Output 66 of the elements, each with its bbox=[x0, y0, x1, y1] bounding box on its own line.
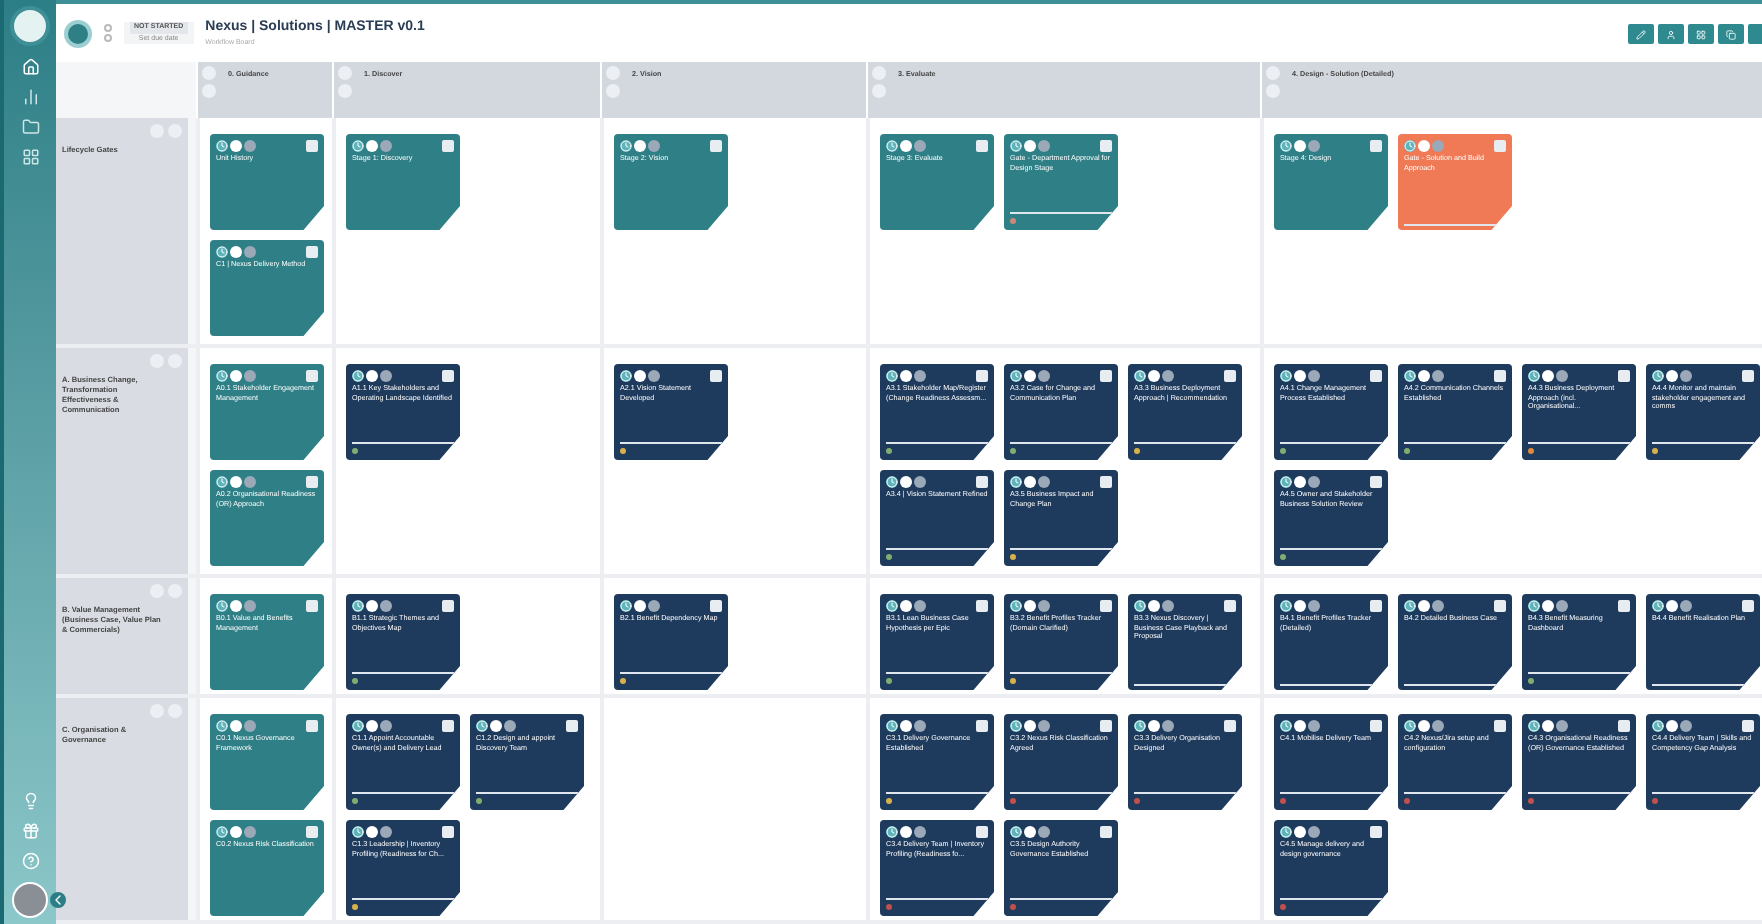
edit-button[interactable] bbox=[1628, 24, 1654, 44]
checkbox-icon[interactable] bbox=[306, 140, 318, 152]
avatar[interactable] bbox=[12, 882, 48, 918]
checkbox-icon[interactable] bbox=[710, 370, 722, 382]
lightbulb-icon[interactable] bbox=[21, 792, 39, 810]
grid-icon[interactable] bbox=[21, 148, 39, 166]
checkbox-icon[interactable] bbox=[976, 720, 988, 732]
checkbox-icon[interactable] bbox=[1100, 476, 1112, 488]
checkbox-icon[interactable] bbox=[1494, 140, 1506, 152]
checkbox-icon[interactable] bbox=[976, 140, 988, 152]
checkbox-icon[interactable] bbox=[1618, 370, 1630, 382]
gift-icon[interactable] bbox=[21, 822, 39, 840]
checkbox-icon[interactable] bbox=[442, 370, 454, 382]
checkbox-icon[interactable] bbox=[976, 826, 988, 838]
checkbox-icon[interactable] bbox=[442, 826, 454, 838]
checkbox-icon[interactable] bbox=[1618, 720, 1630, 732]
checkbox-icon[interactable] bbox=[306, 246, 318, 258]
pencil-icon bbox=[1636, 29, 1646, 39]
workflow-icon[interactable] bbox=[64, 19, 92, 48]
checkbox-icon[interactable] bbox=[306, 600, 318, 612]
checkbox-icon[interactable] bbox=[1100, 720, 1112, 732]
folder-icon[interactable] bbox=[21, 118, 39, 136]
checkbox-icon[interactable] bbox=[1370, 476, 1382, 488]
checkbox-icon[interactable] bbox=[306, 826, 318, 838]
help-icon[interactable] bbox=[21, 852, 39, 870]
home-icon[interactable] bbox=[21, 58, 39, 76]
checkbox-icon[interactable] bbox=[1370, 720, 1382, 732]
checkbox-icon[interactable] bbox=[1742, 720, 1754, 732]
checkbox-icon[interactable] bbox=[1494, 600, 1506, 612]
checkbox-icon[interactable] bbox=[1100, 140, 1112, 152]
copy-icon bbox=[1726, 29, 1736, 39]
checkbox-icon[interactable] bbox=[306, 370, 318, 382]
checkbox-icon[interactable] bbox=[1224, 720, 1236, 732]
user-icon bbox=[1666, 29, 1676, 39]
checkbox-icon[interactable] bbox=[1100, 600, 1112, 612]
checkbox-icon[interactable] bbox=[976, 476, 988, 488]
copy-button[interactable] bbox=[1718, 24, 1744, 44]
checkbox-icon[interactable] bbox=[1370, 140, 1382, 152]
checkbox-icon[interactable] bbox=[1100, 370, 1112, 382]
checkbox-icon[interactable] bbox=[306, 476, 318, 488]
logo-icon[interactable] bbox=[10, 6, 50, 46]
checkbox-icon[interactable] bbox=[1494, 720, 1506, 732]
checkbox-icon[interactable] bbox=[1370, 600, 1382, 612]
checkbox-icon[interactable] bbox=[710, 600, 722, 612]
checkbox-icon[interactable] bbox=[1370, 826, 1382, 838]
checkbox-icon[interactable] bbox=[1224, 600, 1236, 612]
collapse-icon[interactable] bbox=[50, 892, 66, 908]
user-button[interactable] bbox=[1658, 24, 1684, 44]
checkbox-icon[interactable] bbox=[1370, 370, 1382, 382]
chart-icon[interactable] bbox=[21, 88, 39, 106]
checkbox-icon[interactable] bbox=[710, 140, 722, 152]
checkbox-icon[interactable] bbox=[1742, 370, 1754, 382]
checkbox-icon[interactable] bbox=[976, 370, 988, 382]
checkbox-icon[interactable] bbox=[442, 720, 454, 732]
checkbox-icon[interactable] bbox=[1100, 826, 1112, 838]
checkbox-icon[interactable] bbox=[442, 140, 454, 152]
checkbox-icon[interactable] bbox=[1742, 600, 1754, 612]
checkbox-icon[interactable] bbox=[976, 600, 988, 612]
checkbox-icon[interactable] bbox=[1224, 370, 1236, 382]
checkbox-icon[interactable] bbox=[306, 720, 318, 732]
checkbox-icon[interactable] bbox=[442, 600, 454, 612]
grid-icon bbox=[1696, 29, 1706, 39]
grid-button[interactable] bbox=[1688, 24, 1714, 44]
checkbox-icon[interactable] bbox=[1494, 370, 1506, 382]
checkbox-icon[interactable] bbox=[566, 720, 578, 732]
checkbox-icon[interactable] bbox=[1618, 600, 1630, 612]
